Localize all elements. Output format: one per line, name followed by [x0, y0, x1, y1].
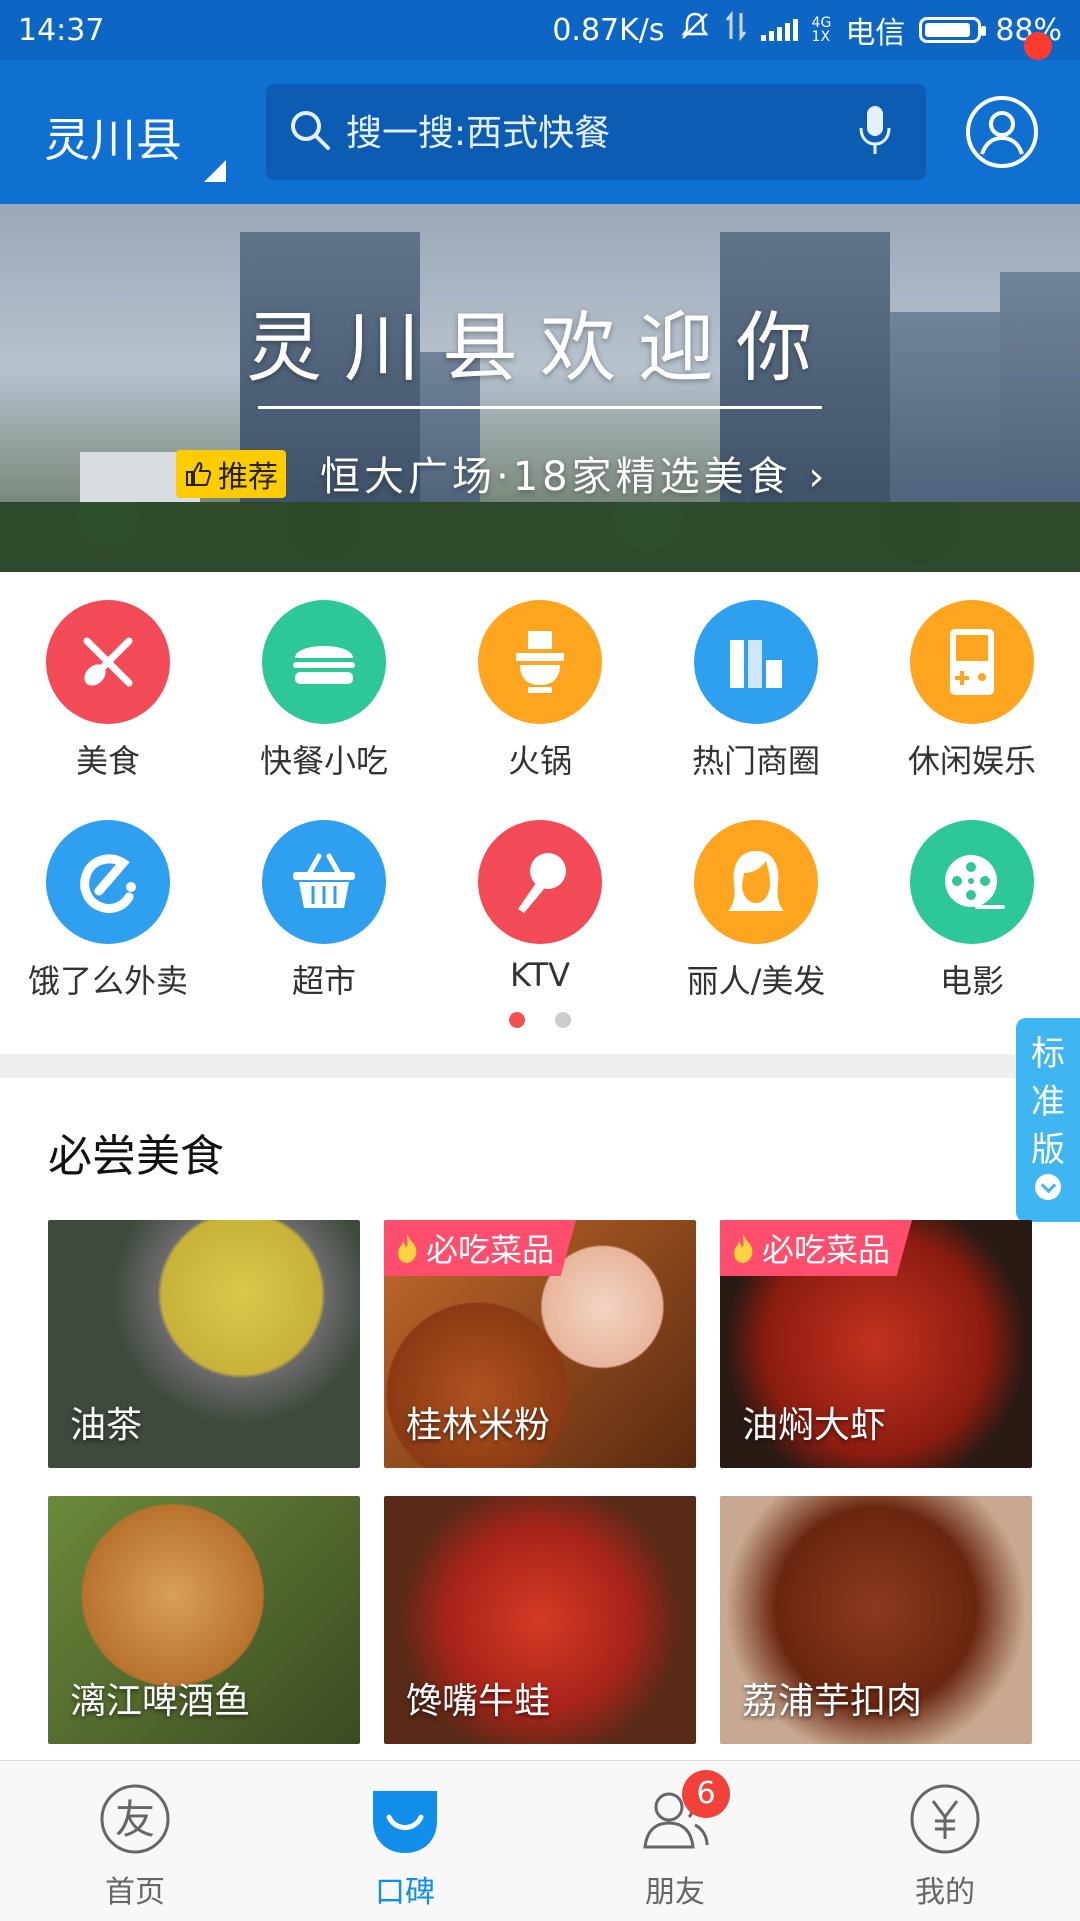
search-input[interactable]: [344, 106, 828, 160]
must-eat-tag: 必吃菜品: [720, 1220, 913, 1276]
search-bar[interactable]: [266, 84, 926, 180]
banner-title: 灵川县欢迎你: [246, 303, 834, 392]
arrow-down-icon: [1035, 1174, 1061, 1200]
category-beauty[interactable]: 丽人/美发: [648, 820, 864, 1010]
category-ktv[interactable]: KTV: [432, 820, 648, 1010]
signal-icon: [760, 19, 798, 41]
notification-dot: [1024, 32, 1052, 60]
category-fast-food[interactable]: 快餐小吃: [216, 600, 432, 790]
microphone-icon[interactable]: [858, 104, 892, 162]
must-eat-tag: 必吃菜品: [384, 1220, 577, 1276]
city-selector[interactable]: 灵川县: [44, 104, 182, 170]
yuan-wallet-icon: [910, 1784, 980, 1854]
section-title: 必尝美食: [48, 1131, 224, 1182]
status-time: 14:37: [18, 12, 105, 48]
mute-icon: [679, 10, 711, 50]
carrier-name: 电信: [845, 16, 906, 51]
promo-banner[interactable]: 灵川县欢迎你 推荐 恒大广场·18家精选美食 ›: [0, 204, 1080, 572]
buildings-icon: [694, 600, 818, 724]
food-card[interactable]: 必吃菜品 油焖大虾: [720, 1220, 1032, 1468]
city-dropdown-caret-icon[interactable]: [204, 160, 226, 182]
food-card[interactable]: 必吃菜品 桂林米粉: [384, 1220, 696, 1468]
film-reel-icon: [910, 820, 1034, 944]
status-bar: 14:37 0.87K/s 4G 1X 电信 88%: [0, 0, 1080, 60]
tab-friends[interactable]: 朋友: [540, 1781, 810, 1911]
food-card[interactable]: 荔浦芋扣肉: [720, 1496, 1032, 1744]
category-movie[interactable]: 电影: [864, 820, 1080, 1010]
user-icon: [966, 96, 1038, 168]
tab-mine[interactable]: 我的: [810, 1781, 1080, 1911]
page-dot-2[interactable]: [554, 1012, 571, 1028]
app-header: 灵川县: [0, 60, 1080, 204]
status-indicators: 0.87K/s 4G 1X 电信 88%: [552, 8, 1062, 52]
food-card[interactable]: 馋嘴牛蛙: [384, 1496, 696, 1744]
tab-home[interactable]: 友 首页: [0, 1781, 270, 1911]
svg-text:友: 友: [115, 1797, 155, 1843]
bottom-tab-bar: 友 首页 口碑 朋友 我的: [0, 1760, 1080, 1921]
category-supermarket[interactable]: 超市: [216, 820, 432, 1010]
burger-icon: [262, 600, 386, 724]
woman-hair-icon: [694, 820, 818, 944]
data-arrows-icon: [725, 10, 747, 49]
fork-spoon-icon: [46, 600, 170, 724]
friends-badge: 6: [682, 1770, 730, 1818]
search-icon: [288, 108, 332, 156]
flame-icon: [734, 1234, 753, 1263]
hotpot-icon: [478, 600, 602, 724]
category-food[interactable]: 美食: [0, 600, 216, 790]
category-hot-business-district[interactable]: 热门商圈: [648, 600, 864, 790]
category-eleme-delivery[interactable]: 饿了么外卖: [0, 820, 216, 1010]
microphone-icon: [478, 820, 602, 944]
koubei-icon: [373, 1791, 437, 1853]
category-page-indicator: [0, 1012, 1080, 1032]
category-leisure[interactable]: 休闲娱乐: [864, 600, 1080, 790]
page-dot-1[interactable]: [509, 1012, 526, 1028]
recommend-badge: 推荐: [176, 450, 286, 498]
basket-icon: [262, 820, 386, 944]
gameboy-icon: [910, 600, 1034, 724]
recommend-link[interactable]: 恒大广场·18家精选美食 ›: [320, 444, 828, 502]
food-card[interactable]: 漓江啤酒鱼: [48, 1496, 360, 1744]
profile-button[interactable]: [964, 94, 1040, 170]
thumbs-up-icon: [186, 461, 212, 486]
eleme-icon: [46, 820, 170, 944]
category-grid: 美食 快餐小吃 火锅 热门商圈 休闲娱乐 饿了么外卖 超市 KTV 丽人/美发 …: [0, 600, 1080, 1030]
standard-version-tab[interactable]: 标 准 版: [1016, 1018, 1080, 1222]
alipay-friend-icon: 友: [100, 1784, 170, 1854]
network-type: 4G 1X: [811, 15, 832, 45]
banner-divider: [258, 406, 822, 409]
category-hotpot[interactable]: 火锅: [432, 600, 648, 790]
flame-icon: [398, 1234, 417, 1263]
food-card[interactable]: 油茶: [48, 1220, 360, 1468]
tab-koubei[interactable]: 口碑: [270, 1781, 540, 1911]
battery-icon: [919, 17, 987, 43]
network-speed: 0.87K/s: [552, 12, 665, 48]
section-divider: [0, 1054, 1080, 1078]
